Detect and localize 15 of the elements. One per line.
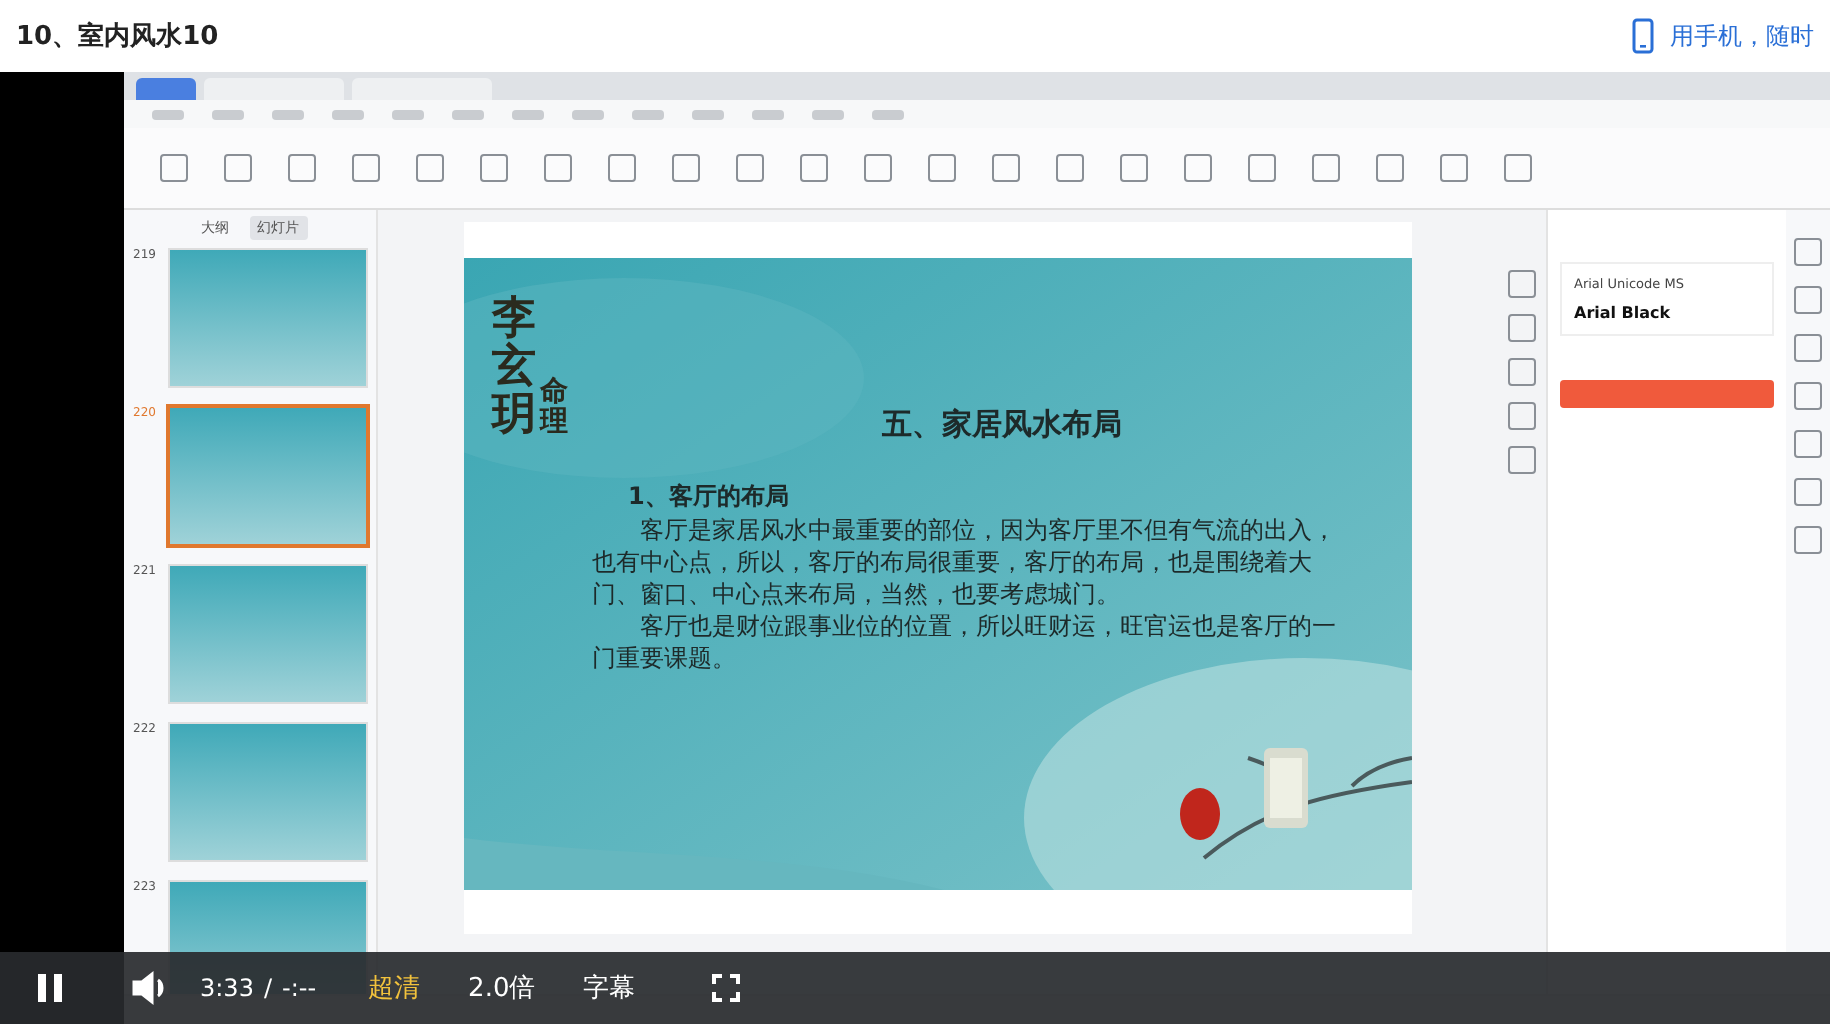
subtitles-button[interactable]: 字幕 [583,970,636,1006]
font-name: Arial Black [1574,304,1673,322]
speed-button[interactable]: 2.0倍 [468,970,536,1006]
mobile-link[interactable]: 用手机，随时 [1670,19,1814,53]
calligraphy-logo: 命理 [540,377,568,440]
time-separator: / [263,974,272,1002]
video-title: 10、室内风水10 [16,19,219,54]
quality-button[interactable]: 超清 [368,970,421,1006]
slide-title: 五、家居风水布局 [880,406,1124,444]
calligraphy-logo: 李玄玥 [492,294,536,440]
current-time: 3:33 [200,974,254,1002]
slide-paragraph: 客厅也是财位跟事业位的位置，所以旺财运，旺官运也是客厅的一门重要课题。 [592,610,1336,674]
slide-paragraph: 客厅是家居风水中最重要的部位，因为客厅里不但有气流的出入，也有中心点，所以，客厅的布局很重要，客厅的布局，也是围绕着大门、窗口、中心点来布局，当然，也要考虑城门。 [592,514,1336,610]
duration: -:-- [282,974,317,1002]
slide-heading: 1、客厅的布局 [628,480,791,514]
